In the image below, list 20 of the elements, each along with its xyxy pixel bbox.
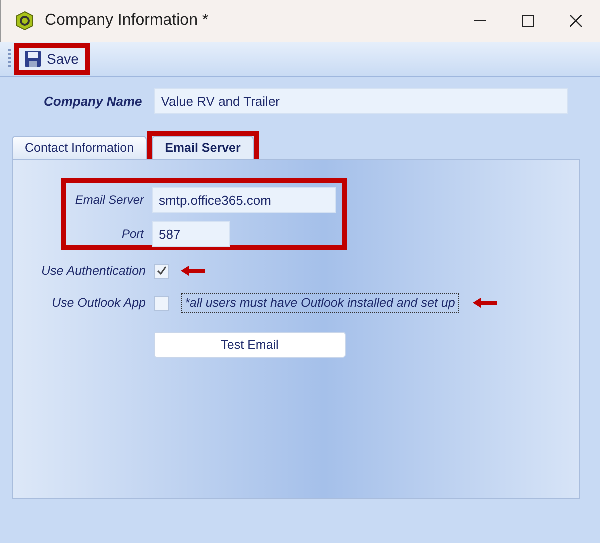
field-label: Port	[120, 227, 144, 241]
close-icon[interactable]	[570, 15, 582, 27]
note-text: *all users must have Outlook installed and set up	[181, 293, 460, 313]
app-logo-icon	[15, 11, 35, 31]
field-label: Email Server	[74, 193, 144, 207]
minimize-icon[interactable]	[474, 20, 486, 22]
tab[interactable]: Contact Information	[12, 136, 148, 159]
window-title: Company Information *	[45, 12, 210, 30]
checkbox-label: Use Outlook App	[50, 296, 146, 310]
checkbox-label: Use Authentication	[40, 264, 146, 278]
text-field[interactable]: smtp.office365.com	[152, 187, 336, 213]
maximize-icon[interactable]	[522, 15, 534, 27]
save-button[interactable]: Save	[19, 48, 85, 70]
test-email-button[interactable]: Test Email	[154, 332, 346, 358]
checkbox[interactable]	[154, 296, 169, 310]
tab[interactable]: Email Server	[152, 136, 254, 159]
field-label: Company Name	[44, 94, 142, 108]
company-name-field[interactable]: Value RV and Trailer	[154, 88, 568, 114]
checkbox[interactable]	[154, 264, 169, 278]
text-field[interactable]: 587	[152, 221, 230, 247]
